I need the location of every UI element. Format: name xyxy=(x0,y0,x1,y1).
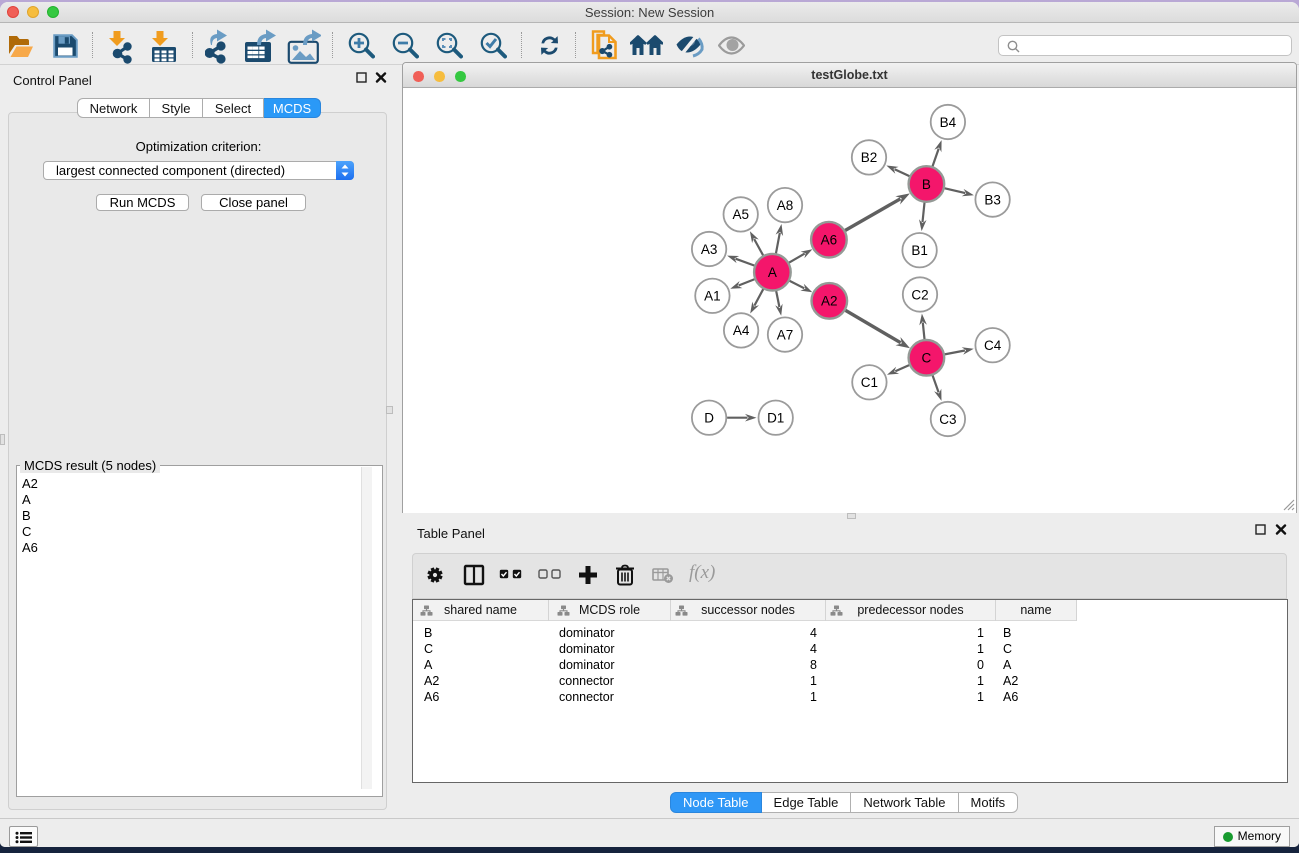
svg-text:A3: A3 xyxy=(701,242,718,257)
svg-text:C: C xyxy=(922,351,932,366)
svg-text:B3: B3 xyxy=(984,192,1001,207)
svg-text:A7: A7 xyxy=(777,327,794,342)
svg-text:C4: C4 xyxy=(984,338,1002,353)
svg-text:B2: B2 xyxy=(861,150,878,165)
svg-text:A2: A2 xyxy=(821,294,838,309)
svg-text:A6: A6 xyxy=(821,233,838,248)
svg-text:B4: B4 xyxy=(940,115,957,130)
svg-text:C1: C1 xyxy=(861,375,878,390)
svg-text:B: B xyxy=(922,177,931,192)
svg-text:C3: C3 xyxy=(939,412,956,427)
svg-text:C2: C2 xyxy=(911,287,928,302)
svg-text:A: A xyxy=(768,265,777,280)
svg-text:A5: A5 xyxy=(732,207,749,222)
svg-text:A8: A8 xyxy=(777,198,794,213)
svg-text:D1: D1 xyxy=(767,411,784,426)
svg-text:B1: B1 xyxy=(911,243,928,258)
svg-text:A1: A1 xyxy=(704,289,721,304)
svg-text:A4: A4 xyxy=(733,323,750,338)
svg-text:D: D xyxy=(704,411,714,426)
